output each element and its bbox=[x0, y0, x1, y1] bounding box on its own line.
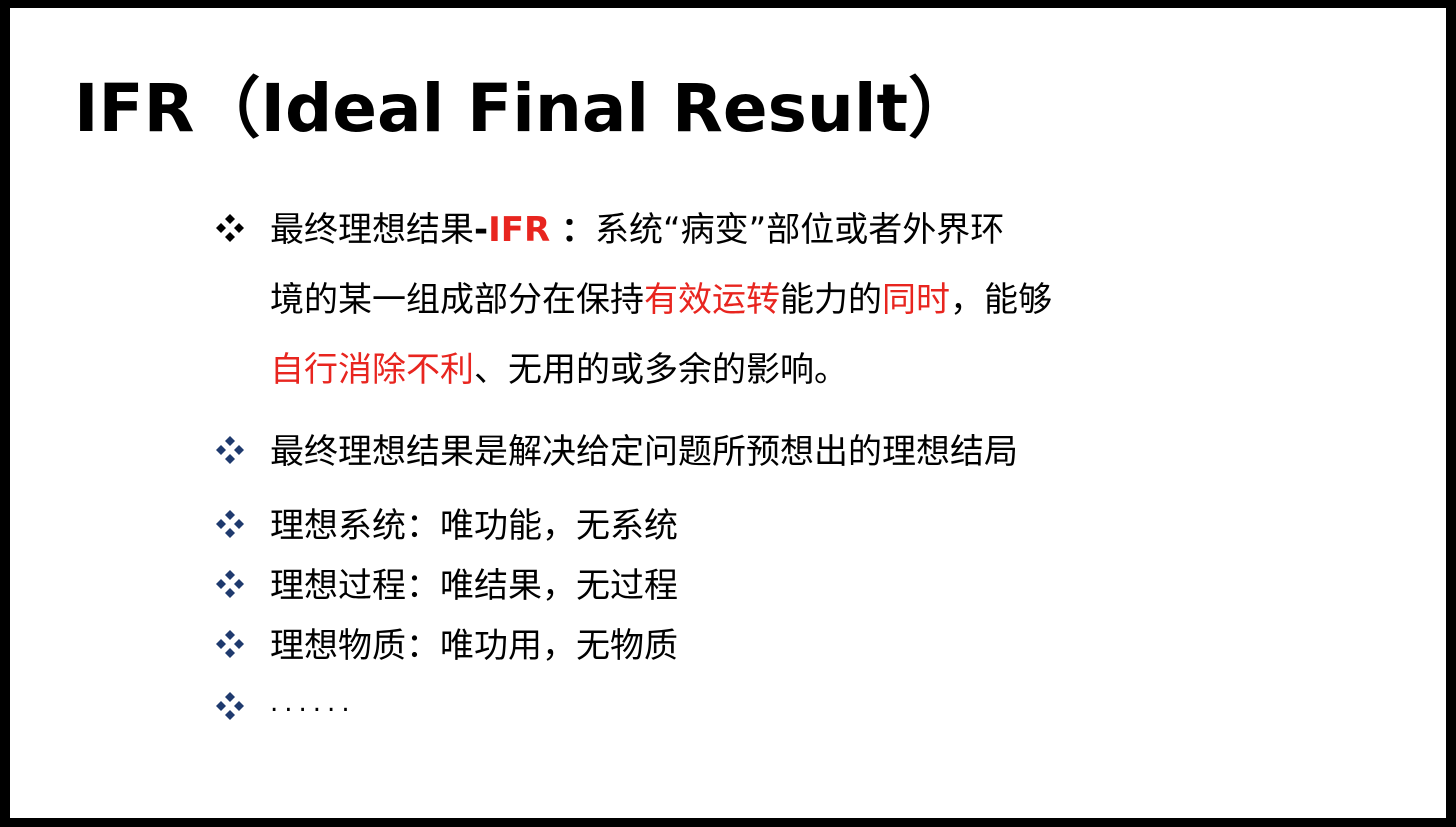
bullet-text: 理想过程：唯结果，无过程 bbox=[270, 566, 678, 606]
bullet-text: 最终理想结果是解决给定问题所预想出的理想结局 bbox=[270, 432, 1018, 472]
highlight-ifr: IFR bbox=[488, 210, 551, 250]
bullet-text: 理想物质：唯功用，无物质 bbox=[270, 626, 678, 666]
slide: IFR（Ideal Final Result） 最终理想结果-IFR ：系统“病… bbox=[10, 8, 1446, 818]
bullet-text-segment: 境的某一组成部分在保持 bbox=[270, 280, 644, 320]
bullet-text: ...... bbox=[270, 688, 356, 718]
bullet-text-segment: 、无用的或多余的影响。 bbox=[474, 350, 848, 390]
highlight-text: 自行消除不利 bbox=[270, 350, 474, 390]
bullet-text-segment: - bbox=[474, 210, 489, 250]
bullet-text-segment: ： bbox=[561, 210, 595, 250]
bullet-text-segment: 最终理想结果 bbox=[270, 210, 474, 250]
diamond-bullet-icon bbox=[216, 692, 244, 720]
diamond-bullet-icon bbox=[216, 436, 244, 464]
diamond-bullet-icon bbox=[216, 630, 244, 658]
bullet-text-segment bbox=[550, 210, 561, 250]
diamond-bullet-icon bbox=[216, 214, 244, 242]
diamond-bullet-icon bbox=[216, 510, 244, 538]
bullet-line: 最终理想结果-IFR ：系统“病变”部位或者外界环 bbox=[270, 202, 1004, 251]
slide-title: IFR（Ideal Final Result） bbox=[74, 70, 975, 147]
bullet-line: 自行消除不利、无用的或多余的影响。 bbox=[270, 342, 848, 391]
bullet-text: 理想系统：唯功能，无系统 bbox=[270, 506, 678, 546]
bullet-text-segment: 能力的 bbox=[780, 280, 882, 320]
bullet-line: 境的某一组成部分在保持有效运转能力的同时，能够 bbox=[270, 272, 1052, 321]
bullet-text-segment: 系统“病变”部位或者外界环 bbox=[595, 210, 1005, 250]
bullet-text-segment: ，能够 bbox=[950, 280, 1052, 320]
highlight-text: 同时 bbox=[882, 280, 950, 320]
highlight-text: 有效运转 bbox=[644, 280, 780, 320]
diamond-bullet-icon bbox=[216, 570, 244, 598]
